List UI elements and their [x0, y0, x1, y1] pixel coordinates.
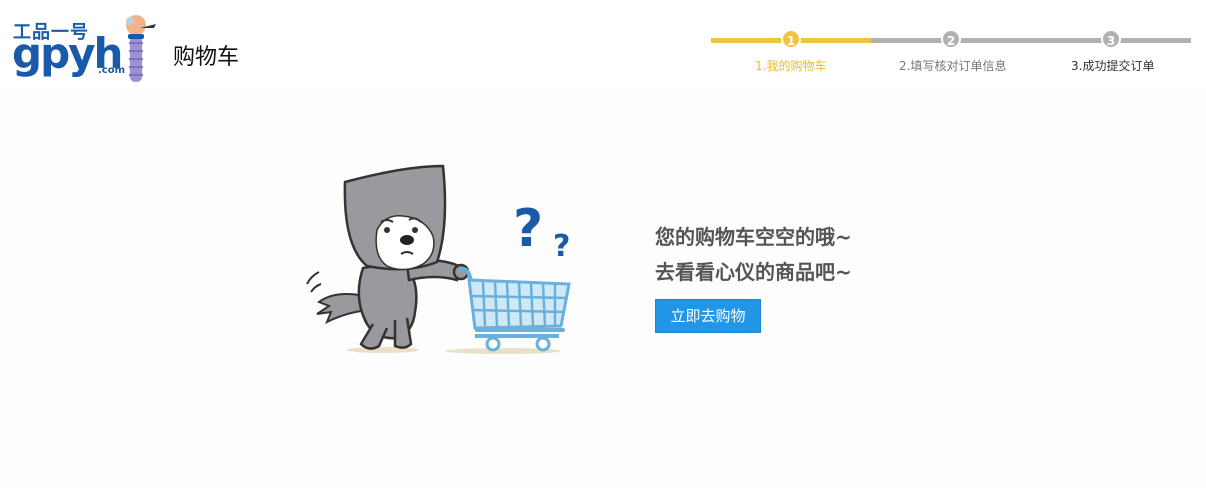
go-shopping-button[interactable]: 立即去购物: [655, 299, 761, 333]
step-2-badge: 2: [941, 29, 961, 49]
svg-text:?: ?: [553, 229, 570, 264]
empty-cart-line-2: 去看看心仪的商品吧~: [655, 260, 852, 284]
empty-cart-line-1: 您的购物车空空的哦~: [655, 225, 852, 249]
step-3-label: 3.成功提交订单: [1071, 59, 1155, 73]
svg-text:?: ?: [513, 199, 543, 259]
header: 工品一号 gpyh .com 购物车 1 2 3 1.我的购物车 2.填写核对订…: [0, 0, 1206, 90]
step-3-badge: 3: [1101, 29, 1121, 49]
checkout-steps: 1 2 3 1.我的购物车 2.填写核对订单信息 3.成功提交订单: [711, 28, 1191, 78]
step-1-label: 1.我的购物车: [755, 59, 827, 73]
page-title: 购物车: [173, 45, 240, 70]
step-1-badge: 1: [781, 29, 801, 49]
step-2-label: 2.填写核对订单信息: [899, 59, 1007, 73]
logo-mascot-icon: [126, 15, 156, 82]
empty-cart-illustration: ? ?: [306, 164, 571, 354]
empty-cart-message: 您的购物车空空的哦~ 去看看心仪的商品吧~ 立即去购物: [655, 220, 852, 333]
site-logo[interactable]: 工品一号 gpyh .com: [12, 14, 157, 84]
